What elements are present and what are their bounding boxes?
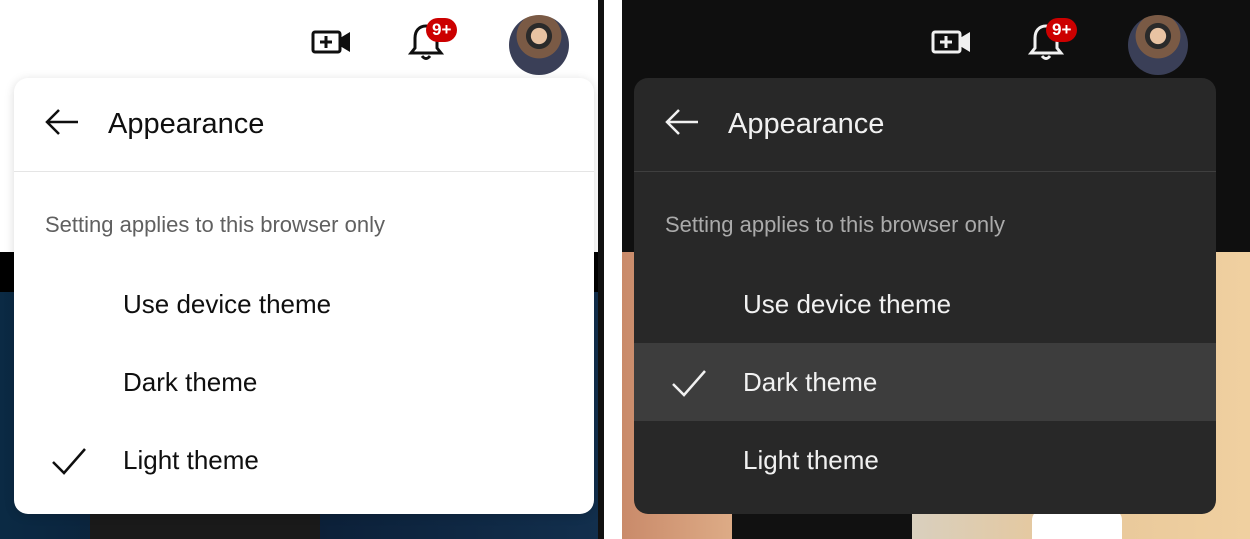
decorative-shape — [1032, 510, 1122, 539]
light-theme-panel: 9+ Appearance Setting applies to this br… — [0, 0, 598, 539]
menu-header: Appearance — [14, 78, 594, 172]
video-camera-plus-icon — [310, 25, 354, 64]
menu-title: Appearance — [728, 108, 885, 140]
option-dark-theme[interactable]: Dark theme — [14, 343, 594, 421]
create-button[interactable] — [310, 22, 354, 66]
arrow-left-icon — [664, 107, 700, 142]
settings-note: Setting applies to this browser only — [665, 212, 1005, 237]
menu-header: Appearance — [634, 78, 1216, 172]
option-label: Light theme — [743, 445, 879, 475]
notification-count-badge: 9+ — [1046, 18, 1078, 42]
option-label: Dark theme — [123, 367, 258, 397]
notifications-button[interactable]: 9+ — [1024, 18, 1078, 66]
arrow-left-icon — [44, 107, 80, 142]
option-use-device-theme[interactable]: Use device theme — [14, 265, 594, 343]
settings-note: Setting applies to this browser only — [45, 212, 385, 237]
back-button[interactable] — [662, 106, 702, 142]
dark-theme-panel: 9+ Appearance Setting applies to this br… — [622, 0, 1250, 539]
back-button[interactable] — [42, 106, 82, 142]
option-label: Dark theme — [743, 367, 878, 397]
checkmark-icon — [670, 367, 708, 399]
avatar[interactable] — [509, 15, 569, 75]
option-label: Light theme — [123, 445, 259, 475]
appearance-menu: Appearance Setting applies to this brows… — [634, 78, 1216, 514]
create-button[interactable] — [930, 22, 974, 66]
avatar[interactable] — [1128, 15, 1188, 75]
option-label: Use device theme — [743, 289, 952, 319]
option-light-theme[interactable]: Light theme — [634, 421, 1216, 499]
menu-title: Appearance — [108, 108, 265, 140]
checkmark-icon — [50, 445, 88, 477]
appearance-menu: Appearance Setting applies to this brows… — [14, 78, 594, 514]
video-camera-plus-icon — [930, 25, 974, 64]
top-bar: 9+ — [0, 0, 598, 78]
option-use-device-theme[interactable]: Use device theme — [634, 265, 1216, 343]
panel-divider — [598, 0, 622, 539]
notification-count-badge: 9+ — [426, 18, 458, 42]
option-dark-theme[interactable]: Dark theme — [634, 343, 1216, 421]
notifications-button[interactable]: 9+ — [404, 18, 458, 66]
option-light-theme[interactable]: Light theme — [14, 421, 594, 499]
option-label: Use device theme — [123, 289, 332, 319]
top-bar: 9+ — [622, 0, 1250, 78]
